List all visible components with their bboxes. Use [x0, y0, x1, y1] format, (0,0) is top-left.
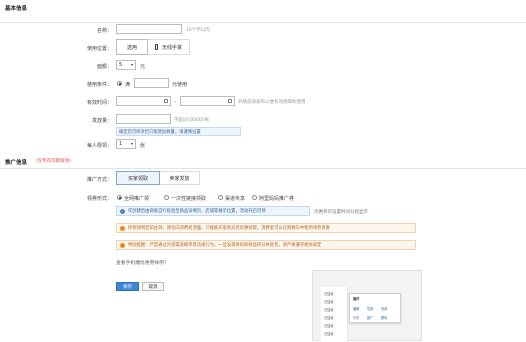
info-icon: [120, 208, 125, 214]
preview-action: 查看: [381, 307, 388, 311]
quantity-input[interactable]: [116, 114, 171, 124]
calendar-icon: [228, 99, 232, 103]
amount-unit: 元: [140, 64, 146, 70]
preview-action: 复制: [367, 307, 374, 311]
type-radio-alimama-label: 阿里妈妈推广券: [259, 196, 295, 202]
preview-row: 已结束: [324, 316, 334, 320]
notice-info-text: 仅创建后由商家自行投放至商品详情页、店铺等展示位置，活动开启可领: [128, 209, 266, 214]
method-label: 推广方式：: [86, 177, 112, 183]
type-radio-all[interactable]: [117, 195, 122, 200]
preview-action: 删除: [381, 316, 388, 320]
section-title-basic: 基本信息: [5, 6, 28, 12]
condition-label: 使用条件：: [86, 82, 112, 88]
notice-warning-2: 特别提醒：严禁通过外部渠道刷单等违规行为，一旦发现将扣除商品积分并处罚，请严格遵…: [116, 240, 416, 250]
position-label: 使用位置：: [86, 46, 112, 52]
preview-row: 已结束: [324, 292, 334, 296]
limit-label: 每人限领：: [86, 143, 112, 149]
warning-icon: [120, 225, 125, 231]
condition-suffix: 元使用: [172, 82, 188, 88]
position-option-select-label: 选用: [126, 44, 137, 51]
notice-info-right: 优惠券可设置时间分段显示: [314, 210, 368, 215]
chevron-down-icon: ▾: [130, 141, 133, 146]
preview-list: 已结束 已结束 已结束 已结束 已结束 已结束: [321, 287, 348, 342]
condition-none-label: 满: [125, 82, 131, 88]
tab-buyer-claim[interactable]: 买家领取: [116, 171, 160, 185]
notice-warning-1-text: 所领领到后前往领，请勿向消费者泄露，只能被买家购买后优惠领取，消费者可以在购物车…: [128, 226, 330, 231]
section-title-promo-note: （仅专有可转发领）: [33, 159, 74, 164]
preview-action: 分享: [353, 316, 360, 320]
validity-label: 有效时间：: [86, 100, 112, 106]
limit-select[interactable]: 1 ▾: [116, 139, 136, 149]
divider: [0, 168, 526, 169]
notice-warning-1: 所领领到后前往领，请勿向消费者泄露，只能被买家购买后优惠领取，消费者可以在购物车…: [116, 223, 416, 233]
limit-unit: 张: [140, 143, 146, 149]
validity-start-input[interactable]: [116, 96, 171, 106]
notice-warning-2-text: 特别提醒：严禁通过外部渠道刷单等违规行为，一旦发现将扣除商品积分并处罚，请严格遵…: [128, 243, 322, 248]
quantity-label: 发放量：: [91, 118, 112, 124]
chevron-down-icon: ▾: [130, 62, 133, 67]
notice-info: 仅创建后由商家自行投放至商品详情页、店铺等展示位置，活动开启可领: [116, 206, 310, 216]
validity-hint: 开始前请发布以便有效保障利使用: [238, 100, 306, 105]
preview-action: 编辑: [353, 307, 360, 311]
cancel-button[interactable]: 取消: [142, 282, 164, 291]
type-radio-channel[interactable]: [218, 195, 223, 200]
section-title-promo: 推广信息: [5, 160, 28, 166]
validity-end-input[interactable]: [180, 96, 235, 106]
limit-value: 1: [119, 141, 123, 147]
preview-row: 已结束: [324, 300, 334, 304]
quantity-note: 确定后可修改但只能增加数量，请谨慎设置: [116, 127, 241, 136]
position-option-wireless[interactable]: 无线手掌: [148, 39, 190, 55]
type-radio-link-label: 一次性链接领取: [171, 196, 207, 202]
condition-radio[interactable]: [117, 81, 122, 86]
type-radio-channel-label: 渠道专享: [225, 196, 246, 202]
divider: [0, 22, 526, 23]
type-radio-alimama[interactable]: [252, 195, 257, 200]
calendar-icon: [164, 99, 168, 103]
type-radio-all-label: 全网推广领: [124, 196, 150, 202]
preview-popup: 操作 编辑 复制 查看 分享 推广 删除: [349, 293, 401, 323]
type-radio-link[interactable]: [164, 195, 169, 200]
tab-seller-issue-label: 卖家发放: [169, 175, 190, 182]
save-button[interactable]: 保存: [116, 282, 139, 291]
condition-amount-input[interactable]: [134, 78, 169, 88]
tab-buyer-claim-label: 买家领取: [127, 175, 148, 182]
amount-label: 面额：: [96, 64, 112, 70]
name-label: 名称：: [96, 28, 112, 34]
preview-action: 推广: [367, 316, 374, 320]
cancel-button-label: 取消: [148, 284, 158, 290]
amount-select[interactable]: 5 ▾: [116, 60, 136, 70]
name-input[interactable]: [116, 24, 182, 34]
mobile-preview: 已结束 已结束 已结束 已结束 已结束 已结束 操作 编辑 复制 查看 分享 推…: [312, 270, 422, 342]
warning-icon: [120, 242, 125, 248]
save-button-label: 保存: [123, 284, 132, 290]
position-option-select[interactable]: 选用: [116, 39, 148, 55]
type-label: 领券形式：: [86, 196, 112, 202]
preview-row: 已结束: [324, 324, 334, 328]
mobile-sample-link[interactable]: 查看手机端优惠券样例？: [116, 259, 169, 266]
position-option-wireless-label: 无线手掌: [161, 44, 182, 51]
amount-value: 5: [119, 62, 123, 68]
preview-row: 已结束: [324, 308, 334, 312]
preview-row: 已结束: [324, 332, 334, 336]
name-hint: 10个字以内: [186, 28, 210, 33]
phone-icon: [154, 44, 158, 50]
tab-seller-issue[interactable]: 卖家发放: [160, 171, 200, 185]
preview-popup-header: 操作: [353, 297, 360, 301]
quantity-hint: 不超过100000张: [174, 118, 210, 123]
validity-separator: -: [174, 99, 176, 105]
